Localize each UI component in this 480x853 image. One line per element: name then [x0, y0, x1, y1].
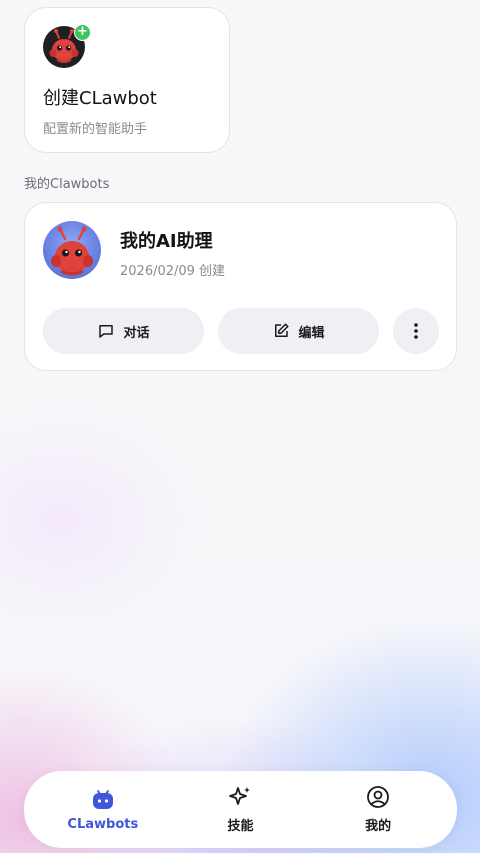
tab-me-label: 我的	[365, 819, 392, 834]
bottom-tab-bar: CLawbots 技能 我的	[24, 771, 457, 848]
bot-card[interactable]: 我的AI助理 2026/02/09 创建 对话 编辑	[24, 202, 457, 371]
create-card-title: 创建CLawbot	[43, 88, 157, 109]
tab-me[interactable]: 我的	[318, 785, 438, 834]
user-circle-icon	[367, 786, 390, 808]
bot-avatar	[43, 221, 101, 279]
bot-created-date: 2026/02/09 创建	[120, 264, 226, 279]
edit-icon	[275, 323, 289, 337]
bot-name: 我的AI助理	[120, 231, 213, 252]
section-label-my-clawbots: 我的Clawbots	[24, 177, 110, 192]
mascot-icon	[51, 226, 93, 276]
add-badge-icon: +	[74, 24, 91, 41]
edit-button[interactable]: 编辑	[218, 308, 379, 354]
tab-clawbots[interactable]: CLawbots	[43, 787, 163, 832]
more-options-button[interactable]	[393, 308, 439, 354]
edit-button-label: 编辑	[298, 325, 325, 341]
chat-bubble-icon	[99, 325, 114, 338]
chat-button[interactable]: 对话	[43, 308, 204, 354]
tab-skills-label: 技能	[227, 819, 254, 834]
create-clawbot-card[interactable]: + 创建CLawbot 配置新的智能助手	[24, 7, 230, 153]
sparkle-icon	[229, 787, 251, 805]
more-vertical-icon	[414, 323, 418, 339]
mascot-avatar: +	[43, 24, 91, 68]
android-icon	[92, 790, 113, 809]
create-card-subtitle: 配置新的智能助手	[43, 122, 148, 137]
tab-skills[interactable]: 技能	[180, 785, 300, 834]
chat-button-label: 对话	[123, 325, 150, 341]
tab-clawbots-label: CLawbots	[67, 817, 139, 832]
